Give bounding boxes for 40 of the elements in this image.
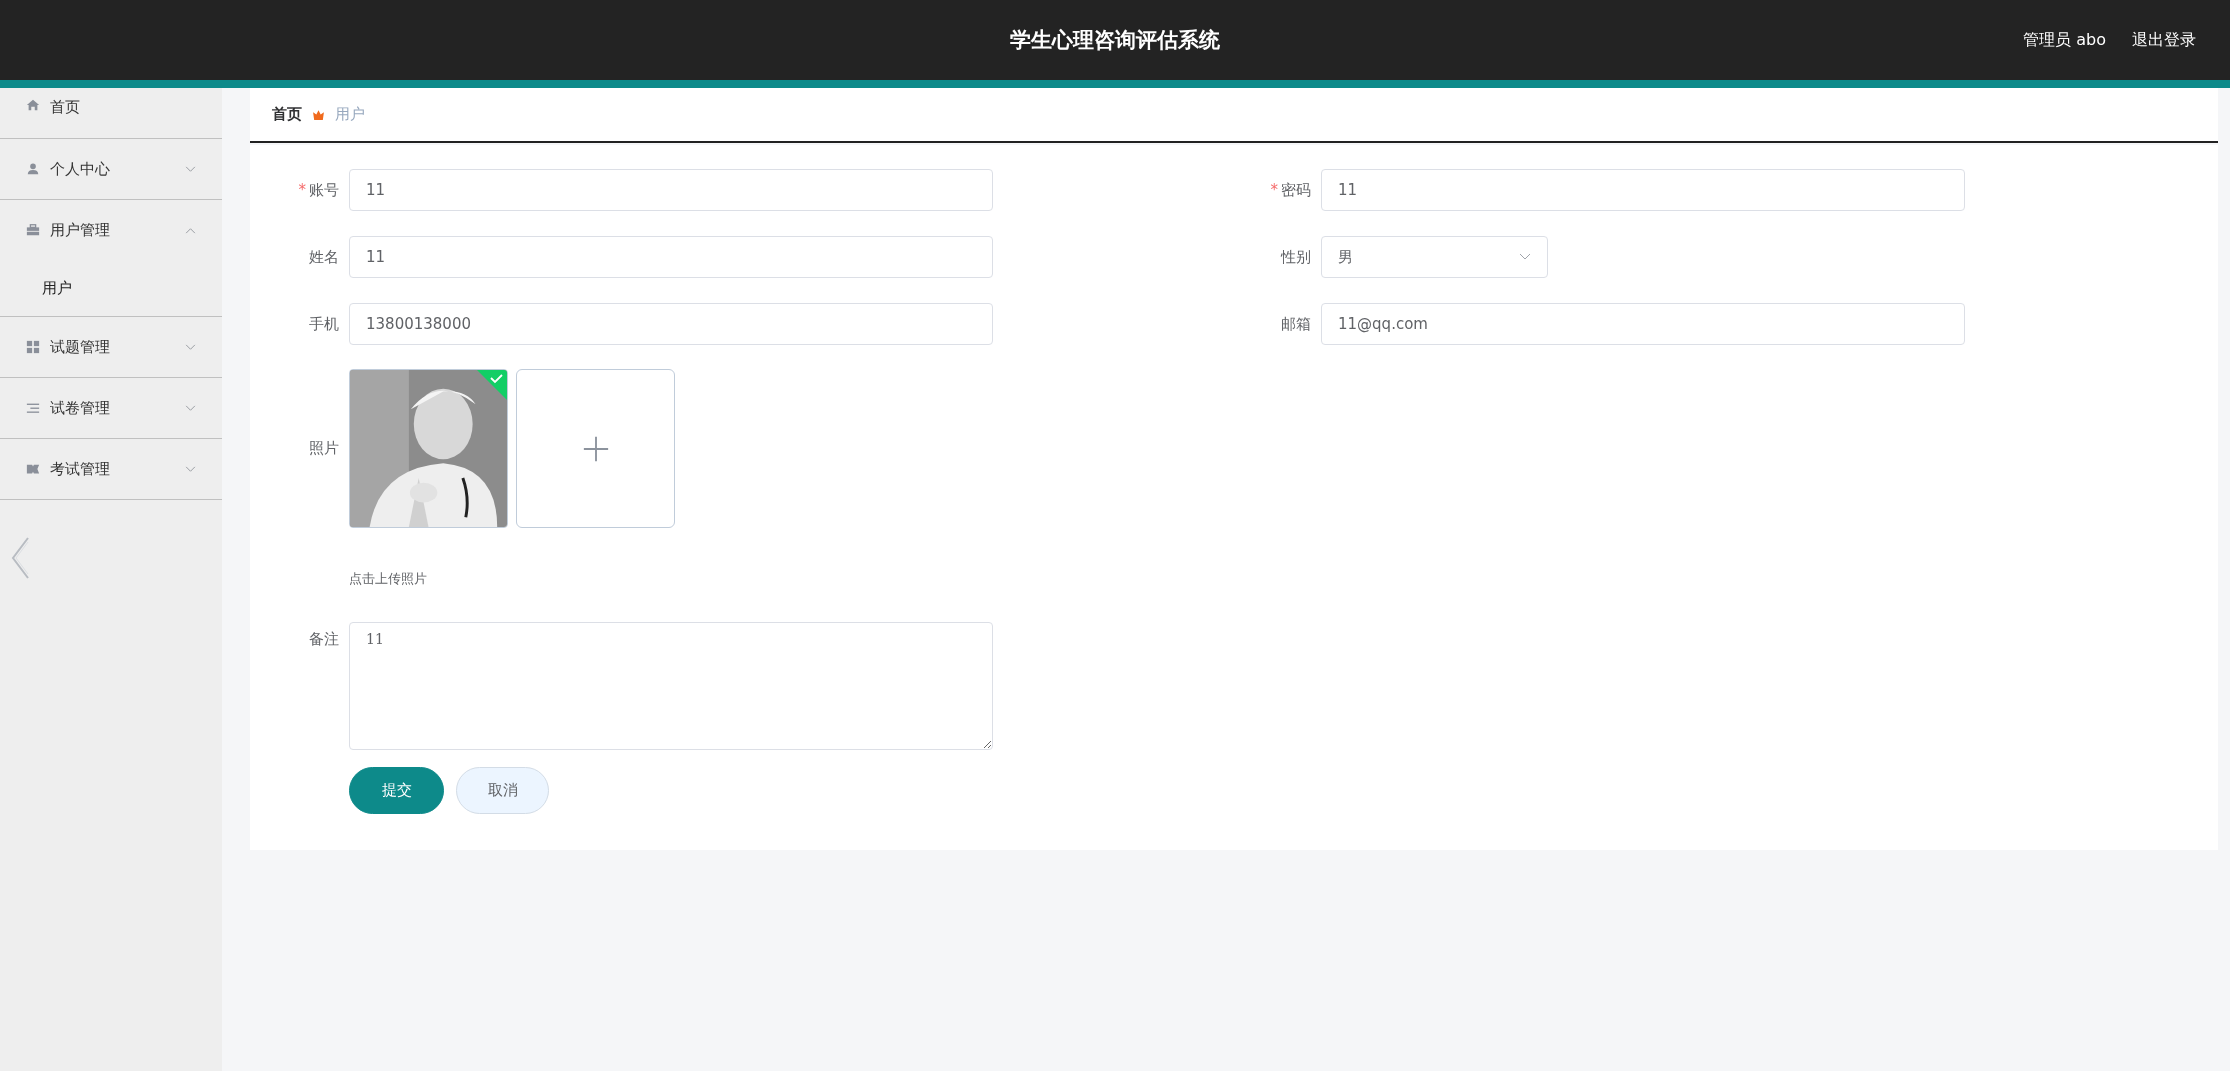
remark-textarea[interactable]: 11: [349, 622, 993, 750]
user-label: 管理员 abo: [2023, 29, 2106, 51]
logout-link[interactable]: 退出登录: [2132, 29, 2196, 51]
sidebar-item[interactable]: 个人中心: [0, 139, 222, 199]
sidebar-item[interactable]: 试卷管理: [0, 378, 222, 438]
text-field[interactable]: 11: [349, 236, 993, 278]
app-title: 学生心理咨询评估系统: [1010, 27, 1220, 54]
grid-icon: [26, 340, 40, 354]
field-label: 手机: [308, 314, 340, 334]
sidebar-item[interactable]: 试题管理: [0, 317, 222, 377]
sidebar-item[interactable]: 考试管理: [0, 439, 222, 499]
field-label: 姓名: [308, 247, 340, 267]
field-label: 备注: [308, 629, 340, 649]
gender-select[interactable]: 男: [1321, 236, 1548, 278]
submit-button[interactable]: 提交: [349, 767, 444, 814]
field-label: 性别: [1279, 247, 1312, 267]
briefcase-icon: [26, 223, 40, 237]
upload-hint: 点击上传照片: [349, 570, 428, 588]
home-icon: [26, 98, 40, 112]
field-label: * 密码: [1269, 180, 1312, 200]
text-field[interactable]: 11: [349, 169, 993, 211]
text-field[interactable]: 13800138000: [349, 303, 993, 345]
person-icon: [26, 162, 40, 176]
breadcrumb-item: 用户: [335, 105, 365, 124]
chevron-icon: [1519, 253, 1531, 261]
field-label: * 账号: [297, 180, 340, 200]
crown-icon: [312, 108, 325, 121]
field-label: 邮箱: [1280, 314, 1312, 334]
sidebar-subitem[interactable]: 用户: [0, 260, 222, 316]
text-field[interactable]: 11@qq.com: [1321, 303, 1965, 345]
ticket-icon: [26, 462, 40, 476]
list-icon: [26, 401, 40, 415]
plus-icon: [581, 434, 610, 463]
sidebar-item[interactable]: 用户管理: [0, 200, 222, 260]
field-label: 照片: [308, 439, 340, 458]
sidebar-item[interactable]: 首页: [0, 88, 222, 138]
breadcrumb-item[interactable]: 首页: [272, 105, 302, 124]
upload-button[interactable]: [516, 369, 675, 528]
cancel-button[interactable]: 取消: [456, 767, 549, 814]
text-field[interactable]: 11: [1321, 169, 1965, 211]
